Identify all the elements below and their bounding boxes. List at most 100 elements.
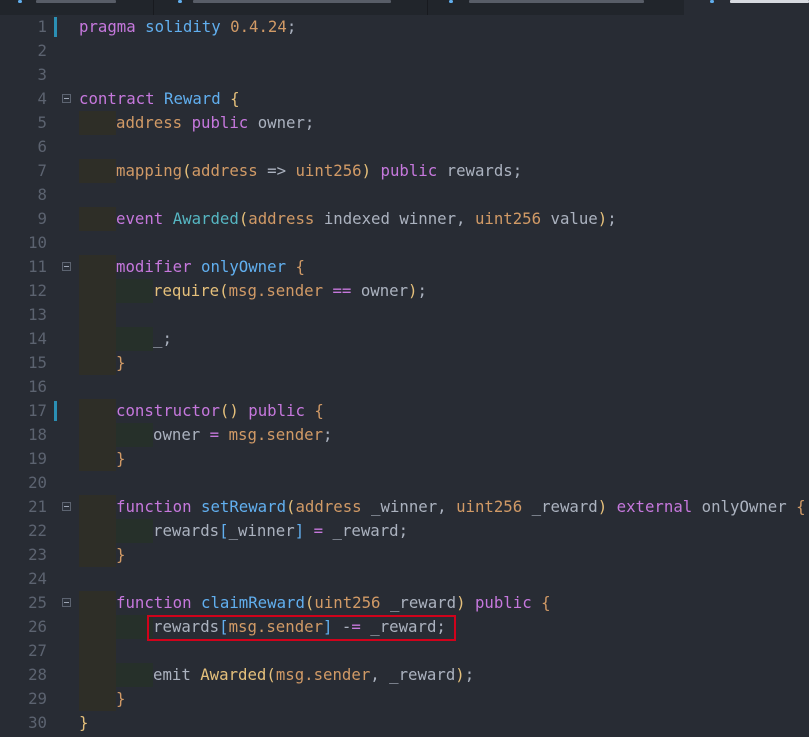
code-line[interactable]: 8 [0, 183, 809, 207]
code-line[interactable]: 25 function claimReward(uint256 _reward) … [0, 591, 809, 615]
code-token: { [230, 89, 240, 108]
code-text: emit Awarded(msg.sender, _reward); [153, 663, 474, 687]
fold-toggle-icon[interactable] [62, 262, 71, 271]
code-line[interactable]: 20 [0, 471, 809, 495]
code-line[interactable]: 22 rewards[_winner] = _reward; [0, 519, 809, 543]
code-line[interactable]: 18 owner = msg.sender; [0, 423, 809, 447]
code-line[interactable]: 21 function setReward(address _winner, ui… [0, 495, 809, 519]
code-line[interactable]: 28 emit Awarded(msg.sender, _reward); [0, 663, 809, 687]
code-token: rewards; [437, 161, 523, 180]
line-number: 24 [28, 569, 47, 588]
code-line[interactable]: 2 [0, 39, 809, 63]
code-line[interactable]: 10 [0, 231, 809, 255]
code-text: function setReward(address _winner, uint… [116, 495, 806, 519]
code-line[interactable]: 29} [0, 687, 809, 711]
code-token: ) [455, 665, 465, 684]
tab-3[interactable] [427, 0, 685, 15]
code-token: onlyOwner [201, 257, 287, 276]
tab-1[interactable] [0, 0, 154, 15]
code-token: { [295, 257, 305, 276]
code-token: ) [361, 161, 372, 180]
fold-toggle-icon[interactable] [62, 598, 71, 607]
code-line[interactable]: 14 _; [0, 327, 809, 351]
code-token: Reward [164, 89, 221, 108]
code-token: value [541, 209, 598, 228]
code-line[interactable]: 23} [0, 543, 809, 567]
code-token: = [313, 521, 324, 540]
code-line[interactable]: 17 constructor() public { [0, 399, 809, 423]
line-number: 15 [28, 353, 47, 372]
code-token: require [153, 281, 220, 300]
line-number: 22 [28, 521, 47, 540]
code-token: { [314, 401, 324, 420]
line-number: 16 [28, 377, 47, 396]
line-number: 18 [28, 425, 47, 444]
line-number: 8 [37, 185, 47, 204]
code-line[interactable]: 24 [0, 567, 809, 591]
code-text: pragma solidity 0.4.24; [79, 15, 296, 39]
code-token: mapping [116, 161, 183, 180]
code-text: } [116, 687, 125, 711]
line-number: 5 [37, 113, 47, 132]
code-line[interactable]: 30} [0, 711, 809, 735]
code-token: external [616, 497, 693, 516]
code-line[interactable]: 4 contract Reward { [0, 87, 809, 111]
code-token: public [474, 593, 532, 612]
code-token: _reward [522, 497, 598, 516]
indent-guide [79, 423, 116, 447]
code-token: solidity [145, 17, 221, 36]
fold-toggle-icon[interactable] [62, 94, 71, 103]
indent-guide [79, 207, 116, 231]
code-line[interactable]: 6 [0, 135, 809, 159]
indent-guide [116, 279, 153, 303]
code-token: modifier [116, 257, 192, 276]
code-token: { [541, 593, 551, 612]
indent-guide [79, 615, 116, 639]
tab-active[interactable] [684, 0, 809, 15]
tab-2[interactable] [153, 0, 428, 15]
code-text: } [116, 447, 125, 471]
line-number: 6 [37, 137, 47, 156]
code-line[interactable]: 15} [0, 351, 809, 375]
line-number: 21 [28, 497, 47, 516]
code-token: } [116, 449, 126, 468]
code-line[interactable]: 3 [0, 63, 809, 87]
code-token: function [116, 593, 192, 612]
fold-toggle-icon[interactable] [62, 502, 71, 511]
code-token: emit [153, 665, 191, 684]
code-token: ; [607, 209, 617, 228]
line-number: 20 [28, 473, 47, 492]
code-text: _; [153, 327, 172, 351]
code-line[interactable]: 16 [0, 375, 809, 399]
line-number: 10 [28, 233, 47, 252]
code-token: ; [417, 281, 427, 300]
code-line[interactable]: 5 address public owner; [0, 111, 809, 135]
code-line[interactable]: 13 [0, 303, 809, 327]
code-token: ) [597, 209, 608, 228]
code-line[interactable]: 11 modifier onlyOwner { [0, 255, 809, 279]
line-number: 17 [28, 401, 47, 420]
code-token: public [248, 401, 305, 420]
code-token: claimReward [201, 593, 305, 612]
code-line[interactable]: 27 [0, 639, 809, 663]
code-line[interactable]: 12 require(msg.sender == owner); [0, 279, 809, 303]
code-token: address [248, 209, 315, 228]
code-line[interactable]: 19} [0, 447, 809, 471]
code-token: _; [153, 329, 172, 348]
indent-guide [116, 423, 153, 447]
line-number: 19 [28, 449, 47, 468]
code-token: event [116, 209, 164, 228]
code-token: } [116, 353, 126, 372]
code-line[interactable]: 9 event Awarded(address indexed winner, u… [0, 207, 809, 231]
code-line[interactable]: 7 mapping(address => uint256) public rewa… [0, 159, 809, 183]
code-line[interactable]: 1 pragma solidity 0.4.24; [0, 15, 809, 39]
indent-guide [79, 447, 116, 471]
code-token: _reward [380, 593, 457, 612]
code-token: [ [219, 521, 229, 540]
